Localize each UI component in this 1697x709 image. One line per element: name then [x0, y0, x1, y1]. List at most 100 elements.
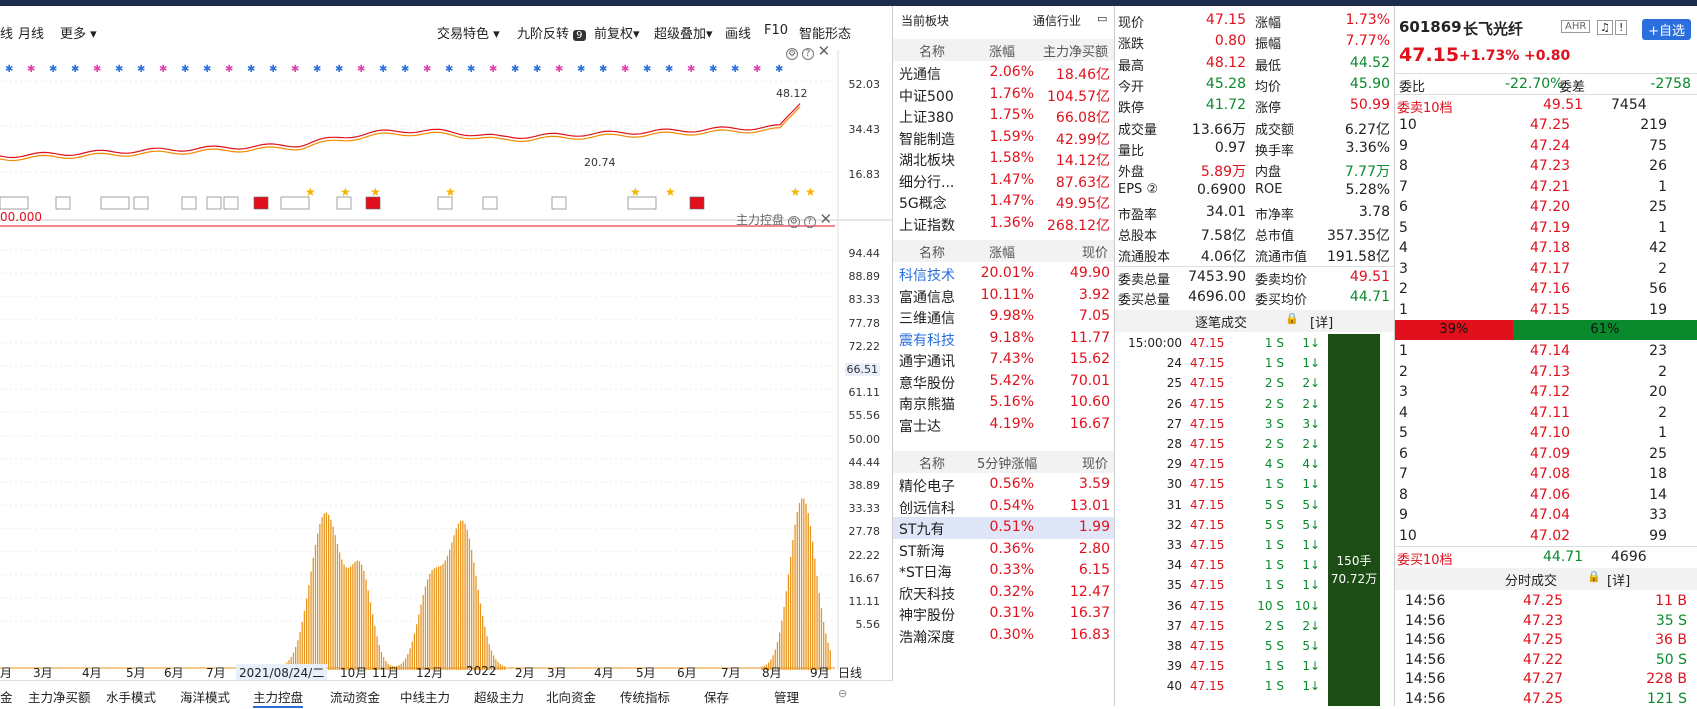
- smart-pattern-button[interactable]: 智能形态: [799, 23, 851, 42]
- event-marker[interactable]: [206, 196, 222, 210]
- bid-row[interactable]: 6 47.09 25: [1395, 445, 1697, 465]
- period-line[interactable]: 线: [0, 23, 13, 42]
- help-icon[interactable]: ?: [803, 216, 816, 228]
- settings-icon[interactable]: ⚙: [786, 48, 798, 60]
- stock-name[interactable]: 精伦电子: [899, 476, 955, 496]
- speed-row[interactable]: 创远信科 0.54% 13.01: [893, 496, 1114, 518]
- leaders-row[interactable]: 通宇通讯 7.43% 15.62: [893, 349, 1114, 371]
- close-icon[interactable]: ✕: [818, 42, 831, 60]
- super-overlay-menu[interactable]: 超级叠加▾: [654, 23, 713, 42]
- stock-name[interactable]: 南京熊猫: [899, 394, 955, 414]
- lock-icon[interactable]: 🔒: [1587, 570, 1601, 583]
- sectors-row[interactable]: 光通信 2.06% 18.46亿: [893, 62, 1114, 84]
- alert-icon[interactable]: !: [1615, 20, 1628, 35]
- event-marker[interactable]: [100, 196, 130, 210]
- sectors-row[interactable]: 上证指数 1.36% 268.12亿: [893, 213, 1114, 235]
- stock-name[interactable]: 上证380: [899, 107, 954, 127]
- stock-name[interactable]: *ST日海: [899, 562, 951, 582]
- leaders-row[interactable]: 意华股份 5.42% 70.01: [893, 371, 1114, 393]
- bid-row[interactable]: 2 47.13 2: [1395, 363, 1697, 383]
- sub-indicator-title[interactable]: 主力控盘: [736, 213, 784, 227]
- indicator-tab[interactable]: 保存: [704, 687, 729, 706]
- indicator-tab[interactable]: 水手模式: [106, 687, 156, 706]
- lock-icon[interactable]: 🔒: [1285, 312, 1299, 325]
- add-watchlist-button[interactable]: +自选: [1642, 19, 1691, 40]
- leaders-row[interactable]: 科信技术 20.01% 49.90: [893, 263, 1114, 285]
- speed-row[interactable]: 精伦电子 0.56% 3.59: [893, 474, 1114, 496]
- fenshi-detail-link[interactable]: [详]: [1607, 570, 1630, 589]
- fuquan-menu[interactable]: 前复权▾: [594, 23, 640, 42]
- bid-row[interactable]: 5 47.10 1: [1395, 424, 1697, 444]
- ask-row[interactable]: 4 47.18 42: [1395, 239, 1697, 259]
- stock-name[interactable]: ST新海: [899, 541, 944, 561]
- help-icon[interactable]: ?: [801, 48, 814, 60]
- indicator-tab[interactable]: 传统指标: [620, 687, 670, 706]
- ask-row[interactable]: 1 47.15 19: [1395, 301, 1697, 321]
- ask-row[interactable]: 10 47.25 219: [1395, 116, 1697, 136]
- indicator-tab[interactable]: 海洋模式: [180, 687, 230, 706]
- window-icon[interactable]: ▭: [1097, 12, 1107, 25]
- event-marker[interactable]: [689, 196, 705, 210]
- leaders-row[interactable]: 富士达 4.19% 16.67: [893, 414, 1114, 436]
- more-menu[interactable]: 更多 ▾: [60, 23, 97, 42]
- indicator-tab[interactable]: 中线主力: [400, 687, 450, 706]
- stock-name[interactable]: 富士达: [899, 416, 941, 436]
- ticks-detail-link[interactable]: [详]: [1310, 312, 1333, 331]
- period-label[interactable]: 日线: [838, 664, 862, 681]
- stock-name[interactable]: 光通信: [899, 64, 941, 84]
- indicator-tab[interactable]: 主力净买额: [28, 687, 91, 706]
- speed-row[interactable]: ST新海 0.36% 2.80: [893, 539, 1114, 561]
- indicator-tab[interactable]: 管理: [774, 687, 799, 706]
- bid-row[interactable]: 3 47.12 20: [1395, 383, 1697, 403]
- event-marker[interactable]: [482, 196, 498, 210]
- chart-area[interactable]: ★ ★ ★ ★ ★ ★ ★ ★ ✱ ✱ ✱ ✱ ✱ ✱ ✱ ✱ ✱ ✱ ✱ ✱ ✱ ✱ ✱ ✱ ✱ ✱ ✱ ✱ ✱ ✱ ✱ ✱ ✱ ✱ ✱ ✱ ✱ ✱ ✱ ✱…: [0, 6, 893, 706]
- leaders-row[interactable]: 南京熊猫 5.16% 10.60: [893, 392, 1114, 414]
- nine-reversal-toggle[interactable]: 九阶反转 9: [517, 23, 586, 42]
- month-line-tab[interactable]: 月线: [18, 23, 44, 42]
- sectors-row[interactable]: 上证380 1.75% 66.08亿: [893, 105, 1114, 127]
- stock-name[interactable]: 创远信科: [899, 498, 955, 518]
- stock-name[interactable]: 神宇股份: [899, 605, 955, 625]
- bid-row[interactable]: 1 47.14 23: [1395, 342, 1697, 362]
- event-marker[interactable]: [0, 196, 29, 210]
- stock-name[interactable]: 上证指数: [899, 215, 955, 235]
- stock-name[interactable]: 富通信息: [899, 287, 955, 307]
- event-marker[interactable]: [133, 196, 149, 210]
- ask-row[interactable]: 8 47.23 26: [1395, 157, 1697, 177]
- ahr-button[interactable]: AHR: [1561, 20, 1591, 33]
- leaders-row[interactable]: 震有科技 9.18% 11.77: [893, 328, 1114, 350]
- indicator-tab[interactable]: 北向资金: [546, 687, 596, 706]
- stock-name[interactable]: 浩瀚深度: [899, 627, 955, 647]
- collapse-icon[interactable]: ⊖: [838, 687, 847, 700]
- stock-name[interactable]: 意华股份: [899, 373, 955, 393]
- bid-row[interactable]: 4 47.11 2: [1395, 404, 1697, 424]
- event-marker[interactable]: [551, 196, 567, 210]
- stock-name[interactable]: 5G概念: [899, 193, 947, 213]
- stock-name[interactable]: 科信技术: [899, 265, 955, 285]
- header-industry[interactable]: 通信行业: [1033, 12, 1081, 29]
- bid-row[interactable]: 8 47.06 14: [1395, 486, 1697, 506]
- ask-row[interactable]: 3 47.17 2: [1395, 260, 1697, 280]
- settings-icon[interactable]: ⚙: [787, 216, 800, 228]
- indicator-tab[interactable]: 超级主力: [474, 687, 524, 706]
- sectors-row[interactable]: 湖北板块 1.58% 14.12亿: [893, 148, 1114, 170]
- event-marker[interactable]: [365, 196, 381, 210]
- leaders-row[interactable]: 富通信息 10.11% 3.92: [893, 285, 1114, 307]
- bid-row[interactable]: 10 47.02 99: [1395, 527, 1697, 547]
- draw-line-button[interactable]: 画线: [725, 23, 751, 42]
- ask-row[interactable]: 2 47.16 56: [1395, 280, 1697, 300]
- speed-row[interactable]: ST九有 0.51% 1.99: [893, 517, 1114, 539]
- event-marker[interactable]: [336, 196, 352, 210]
- stock-name[interactable]: 震有科技: [899, 330, 955, 350]
- f10-button[interactable]: F10: [764, 23, 788, 38]
- stock-name[interactable]: 欣天科技: [899, 584, 955, 604]
- event-marker[interactable]: [280, 196, 310, 210]
- speed-row[interactable]: *ST日海 0.33% 6.15: [893, 560, 1114, 582]
- ask-row[interactable]: 9 47.24 75: [1395, 137, 1697, 157]
- stock-name[interactable]: 三维通信: [899, 308, 955, 328]
- speed-row[interactable]: 欣天科技 0.32% 12.47: [893, 582, 1114, 604]
- speed-row[interactable]: 神宇股份 0.31% 16.37: [893, 603, 1114, 625]
- indicator-tab[interactable]: 金: [0, 687, 13, 706]
- event-marker[interactable]: [627, 196, 657, 210]
- event-marker[interactable]: [223, 196, 239, 210]
